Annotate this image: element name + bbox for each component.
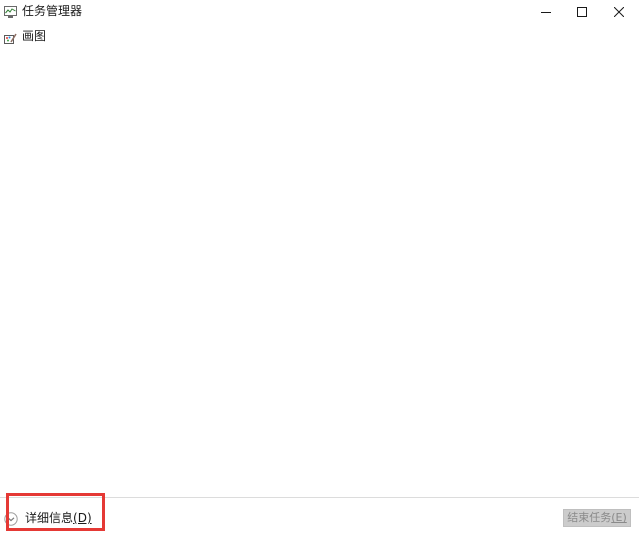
more-details-toggle[interactable]: 详细信息(D) (4, 508, 92, 528)
details-accelerator: (D) (73, 511, 92, 525)
task-manager-icon (4, 4, 18, 18)
process-name: 画图 (22, 29, 47, 43)
minimize-button[interactable] (528, 0, 564, 22)
end-task-button[interactable]: 结束任务(E) (563, 509, 631, 527)
end-task-label: 结束任务 (567, 511, 612, 524)
maximize-icon (577, 2, 587, 21)
minimize-icon (541, 2, 551, 21)
process-list: 画图 (0, 24, 639, 496)
end-task-accelerator: (E) (611, 511, 627, 524)
maximize-button[interactable] (564, 0, 600, 22)
close-button[interactable] (601, 0, 637, 22)
footer: 详细信息(D) 结束任务(E) (0, 498, 639, 539)
process-row[interactable]: 画图 (0, 27, 639, 45)
close-icon (613, 2, 625, 21)
window-title: 任务管理器 (22, 4, 83, 18)
more-details-label: 详细信息(D) (25, 511, 92, 525)
task-manager-window: 任务管理器 画图 详细信息(D) 结束任务(E) (0, 0, 639, 539)
chevron-down-circle-icon (4, 511, 18, 526)
paint-app-icon (4, 30, 17, 44)
title-bar[interactable]: 任务管理器 (0, 0, 639, 22)
